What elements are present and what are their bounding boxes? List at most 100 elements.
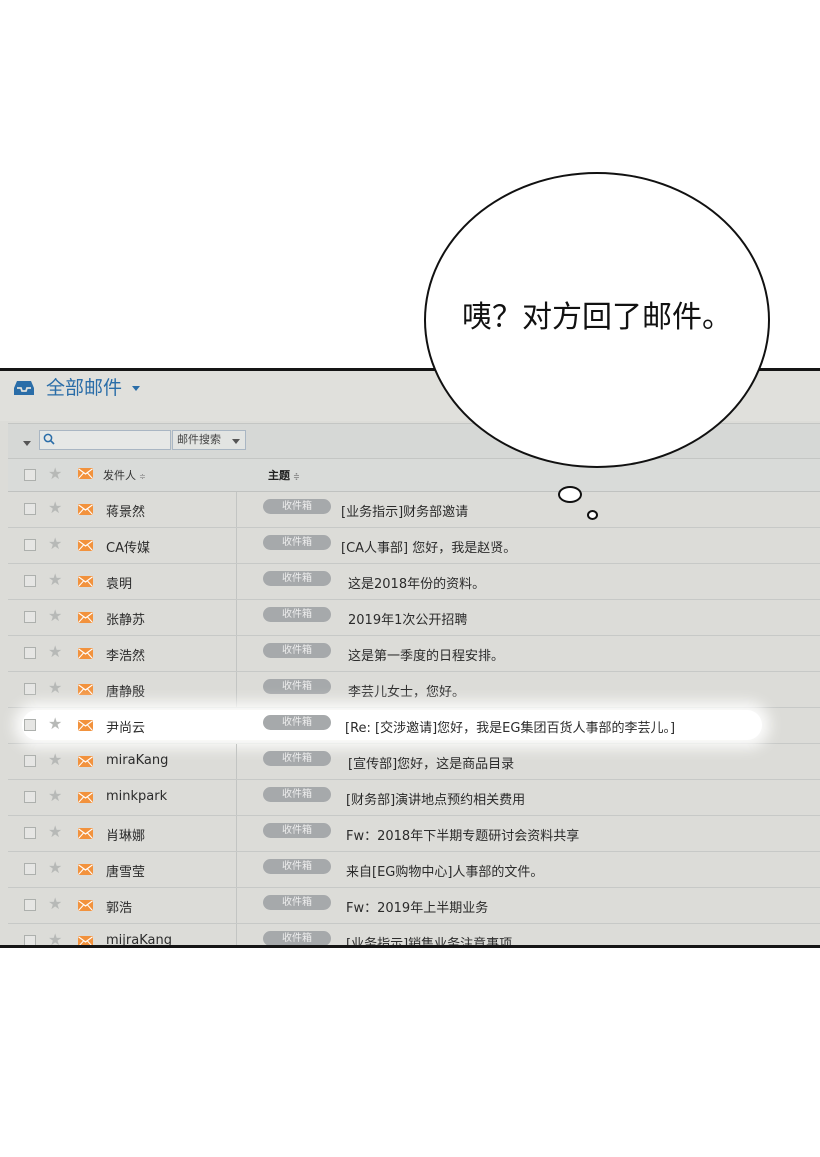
mail-subject[interactable]: Fw：2019年上半期业务 xyxy=(346,897,488,916)
mail-subject[interactable]: [财务部]演讲地点预约相关费用 xyxy=(346,789,525,808)
column-header-row: ★ 发件人 ≑ 主题 ≑ xyxy=(8,459,820,492)
mail-row[interactable]: ★ 袁明 收件箱 这是2018年份的资料。 xyxy=(8,564,820,600)
mail-search-button[interactable]: 邮件搜索 xyxy=(172,430,246,450)
row-checkbox[interactable] xyxy=(24,503,36,515)
row-checkbox[interactable] xyxy=(24,683,36,695)
star-icon[interactable]: ★ xyxy=(48,895,62,913)
sort-icon: ≑ xyxy=(293,472,300,481)
mail-subject[interactable]: [业务指示]财务部邀请 xyxy=(341,501,468,520)
sender-column-label: 发件人 xyxy=(103,469,136,482)
mail-client-panel: 全部邮件 邮件搜索 ★ 发件人 ≑ 主题 ≑ ★ 蒋景然 收件箱 [业务指示]财… xyxy=(0,368,820,948)
mail-icon xyxy=(78,684,93,695)
mail-subject[interactable]: 2019年1次公开招聘 xyxy=(348,609,467,628)
folder-tag: 收件箱 xyxy=(263,751,331,766)
star-icon[interactable]: ★ xyxy=(48,931,62,946)
subject-column-label: 主题 xyxy=(268,469,290,482)
mail-sender: 张静苏 xyxy=(106,613,146,628)
folder-tag: 收件箱 xyxy=(263,643,331,658)
folder-tag: 收件箱 xyxy=(263,679,331,694)
mail-icon xyxy=(78,720,93,731)
mail-sender: 肖琳娜 xyxy=(106,829,146,844)
star-icon[interactable]: ★ xyxy=(48,643,62,661)
mail-row-highlighted[interactable]: ★ 尹尚云 收件箱 [Re: [交涉邀请]您好，我是EG集团百货人事部的李芸儿。] xyxy=(8,708,820,744)
mail-icon xyxy=(78,504,93,515)
mail-subject[interactable]: 这是第一季度的日程安排。 xyxy=(348,645,504,664)
star-icon[interactable]: ★ xyxy=(48,859,62,877)
star-icon[interactable]: ★ xyxy=(48,607,62,625)
mail-subject[interactable]: Fw：2018年下半期专题研讨会资料共享 xyxy=(346,825,579,844)
mail-icon xyxy=(78,792,93,803)
select-all-checkbox[interactable] xyxy=(24,469,36,481)
row-checkbox[interactable] xyxy=(24,647,36,659)
select-dropdown-icon[interactable] xyxy=(23,441,31,446)
folder-tag: 收件箱 xyxy=(263,535,331,550)
folder-title[interactable]: 全部邮件 xyxy=(46,374,122,402)
mail-subject[interactable]: [CA人事部] 您好，我是赵贤。 xyxy=(341,537,516,556)
mail-row[interactable]: ★ miraKang 收件箱 [宣传部]您好，这是商品目录 xyxy=(8,744,820,780)
mail-search-button-label: 邮件搜索 xyxy=(177,433,221,446)
star-icon[interactable]: ★ xyxy=(48,679,62,697)
sender-column-header[interactable]: 发件人 ≑ xyxy=(103,467,146,483)
star-icon[interactable]: ★ xyxy=(48,787,62,805)
mail-row[interactable]: ★ 唐雪莹 收件箱 来自[EG购物中心]人事部的文件。 xyxy=(8,852,820,888)
mail-subject[interactable]: 李芸儿女士，您好。 xyxy=(348,681,465,700)
mail-row[interactable]: ★ 唐静殷 收件箱 李芸儿女士，您好。 xyxy=(8,672,820,708)
mail-subject[interactable]: 来自[EG购物中心]人事部的文件。 xyxy=(346,861,543,880)
mail-list: ★ 蒋景然 收件箱 [业务指示]财务部邀请 ★ CA传媒 收件箱 [CA人事部] 您好，我是… xyxy=(8,492,820,946)
mail-sender: 尹尚云 xyxy=(106,721,146,736)
row-checkbox[interactable] xyxy=(24,899,36,911)
mail-row[interactable]: ★ 肖琳娜 收件箱 Fw：2018年下半期专题研讨会资料共享 xyxy=(8,816,820,852)
row-checkbox[interactable] xyxy=(24,719,36,731)
row-checkbox[interactable] xyxy=(24,827,36,839)
subject-column-header[interactable]: 主题 ≑ xyxy=(268,467,300,483)
row-checkbox[interactable] xyxy=(24,575,36,587)
folder-tag: 收件箱 xyxy=(263,787,331,802)
sort-icon: ≑ xyxy=(139,472,146,481)
row-checkbox[interactable] xyxy=(24,863,36,875)
mail-sender: 蒋景然 xyxy=(106,505,146,520)
folder-tag: 收件箱 xyxy=(263,859,331,874)
row-checkbox[interactable] xyxy=(24,935,36,945)
mail-row[interactable]: ★ 李浩然 收件箱 这是第一季度的日程安排。 xyxy=(8,636,820,672)
star-icon[interactable]: ★ xyxy=(48,823,62,841)
mail-row[interactable]: ★ mijraKang 收件箱 [业务指示]销售业务注意事项 xyxy=(8,924,820,946)
mail-row[interactable]: ★ 郭浩 收件箱 Fw：2019年上半期业务 xyxy=(8,888,820,924)
mail-row[interactable]: ★ 蒋景然 收件箱 [业务指示]财务部邀请 xyxy=(8,492,820,528)
folder-tag: 收件箱 xyxy=(263,823,331,838)
mail-sender: 郭浩 xyxy=(106,901,133,916)
mail-row[interactable]: ★ CA传媒 收件箱 [CA人事部] 您好，我是赵贤。 xyxy=(8,528,820,564)
row-checkbox[interactable] xyxy=(24,791,36,803)
star-icon[interactable]: ★ xyxy=(48,571,62,589)
folder-dropdown-icon[interactable] xyxy=(132,386,140,391)
mail-icon xyxy=(78,540,93,551)
mail-sender: 袁明 xyxy=(106,577,133,592)
search-box[interactable] xyxy=(39,430,171,450)
mail-sender: 唐静殷 xyxy=(106,685,146,700)
thought-bubble-text: 咦？对方回了邮件。 xyxy=(462,300,732,335)
row-checkbox[interactable] xyxy=(24,611,36,623)
mail-subject[interactable]: 这是2018年份的资料。 xyxy=(348,573,485,592)
mail-icon xyxy=(78,828,93,839)
mail-sender: 唐雪莹 xyxy=(106,865,146,880)
search-input[interactable] xyxy=(58,432,166,448)
mail-row[interactable]: ★ minkpark 收件箱 [财务部]演讲地点预约相关费用 xyxy=(8,780,820,816)
mail-icon xyxy=(78,612,93,623)
folder-tag: 收件箱 xyxy=(263,571,331,586)
row-checkbox[interactable] xyxy=(24,539,36,551)
mail-icon xyxy=(78,936,93,945)
mail-sender: 李浩然 xyxy=(106,649,146,664)
star-icon[interactable]: ★ xyxy=(48,499,62,517)
search-icon xyxy=(43,433,55,445)
star-icon[interactable]: ★ xyxy=(48,535,62,553)
star-icon[interactable]: ★ xyxy=(48,715,62,733)
mail-icon xyxy=(78,900,93,911)
mail-subject[interactable]: [宣传部]您好，这是商品目录 xyxy=(348,753,514,772)
mail-subject[interactable]: [Re: [交涉邀请]您好，我是EG集团百货人事部的李芸儿。] xyxy=(345,717,675,736)
row-checkbox[interactable] xyxy=(24,755,36,767)
mail-icon xyxy=(78,648,93,659)
mail-subject[interactable]: [业务指示]销售业务注意事项 xyxy=(346,933,512,945)
folder-tag: 收件箱 xyxy=(263,607,331,622)
mail-row[interactable]: ★ 张静苏 收件箱 2019年1次公开招聘 xyxy=(8,600,820,636)
star-icon[interactable]: ★ xyxy=(48,751,62,769)
mail-icon xyxy=(78,756,93,767)
